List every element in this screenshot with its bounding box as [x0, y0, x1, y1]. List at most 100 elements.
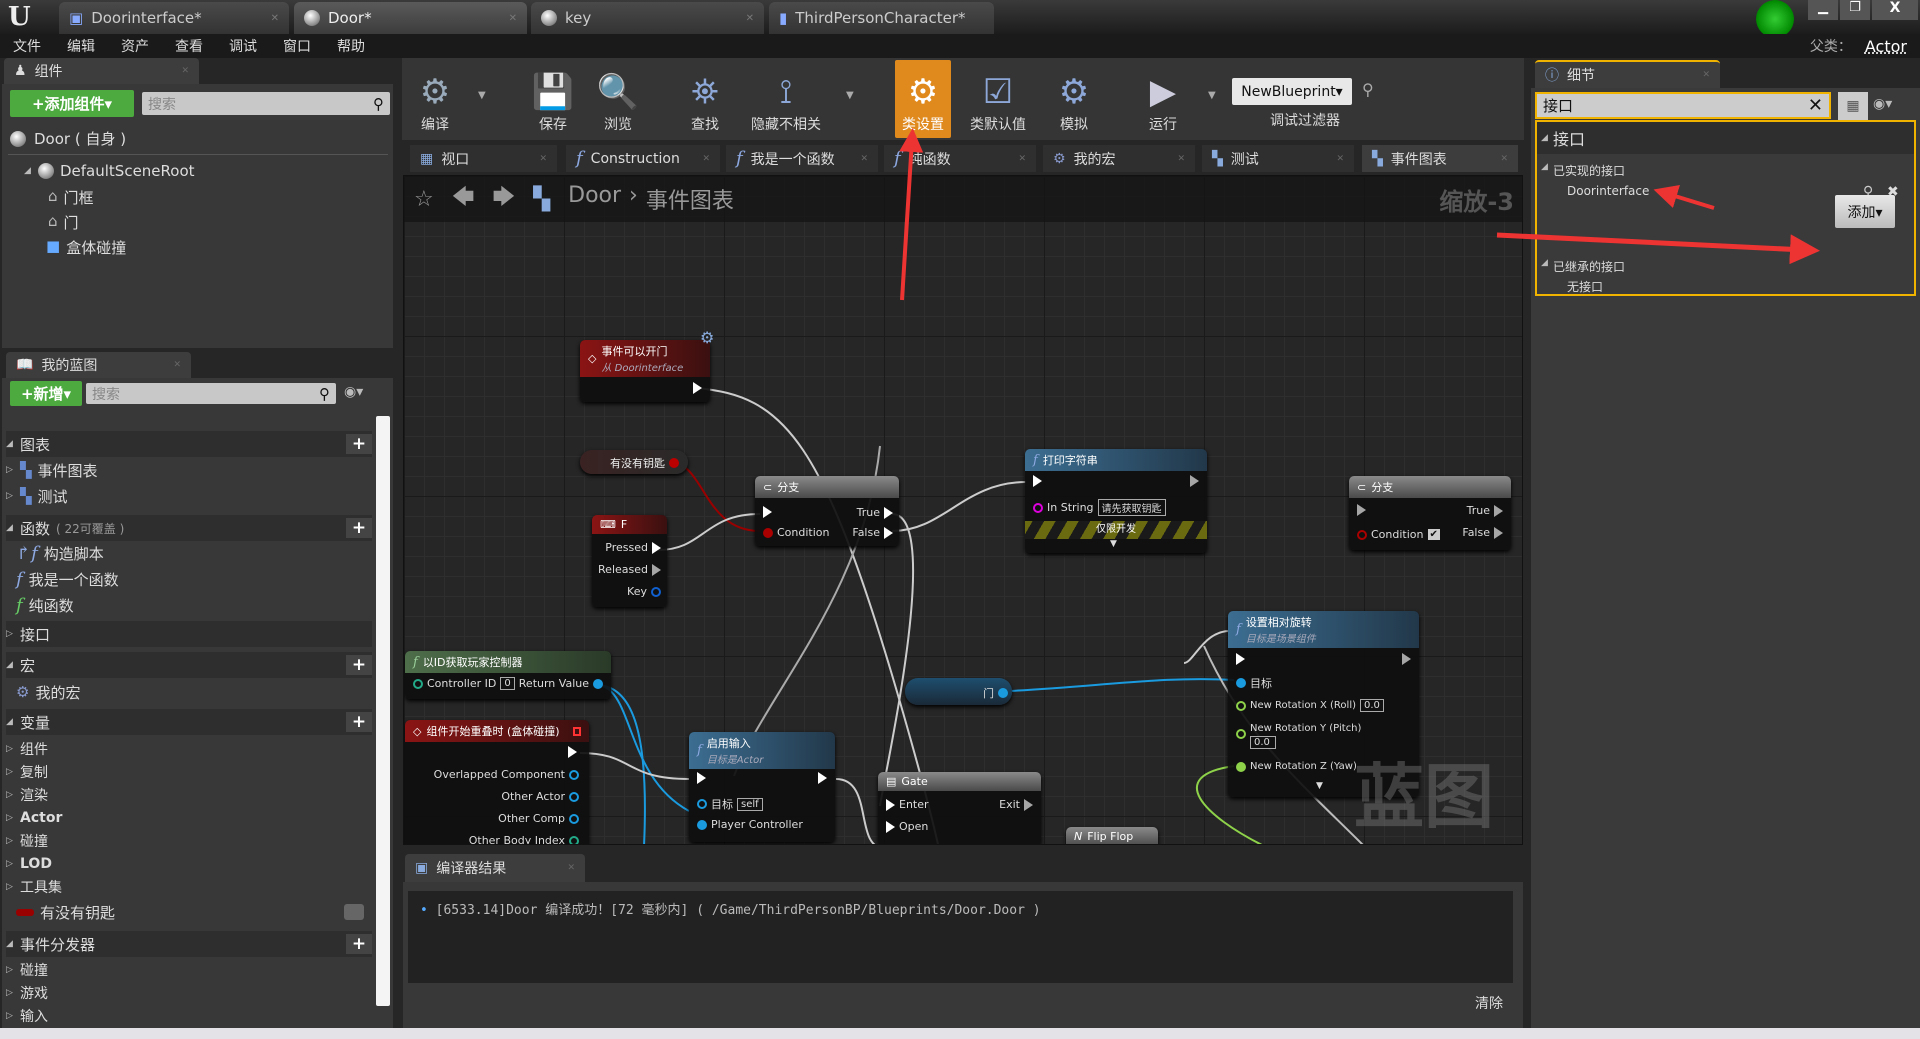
visibility-toggle[interactable] — [344, 904, 364, 920]
condition-pin[interactable]: Condition ✔ — [1357, 528, 1440, 541]
property-matrix-button[interactable]: ▦ — [1838, 92, 1868, 120]
rotation-y-pin[interactable]: New Rotation Y (Pitch) 0.0 — [1236, 723, 1361, 749]
add-dispatcher-button[interactable]: + — [346, 934, 372, 954]
node-print-string[interactable]: f 打印字符串 In String 请先获取钥匙 仅限开发 ▼ — [1025, 449, 1207, 553]
compile-button[interactable]: ⚙ 编译 — [400, 60, 470, 138]
add-variable-button[interactable]: + — [346, 712, 372, 732]
target-pin[interactable]: 目标 — [1236, 675, 1272, 691]
section-interfaces[interactable]: ▷ 接口 — [6, 621, 372, 647]
menu-view[interactable]: 查看 — [162, 36, 216, 56]
source-control-icon[interactable] — [1756, 0, 1794, 38]
close-icon[interactable]: ✕ — [567, 863, 575, 873]
add-graph-button[interactable]: + — [346, 434, 372, 454]
parent-class-link[interactable]: Actor — [1852, 37, 1920, 56]
blueprint-graph-canvas[interactable]: ☆ 🡄 🡆 ▚ Door › 事件图表 缩放-3 ◇ 事件可以开门从 Doorinte… — [403, 175, 1523, 845]
menu-help[interactable]: 帮助 — [324, 36, 378, 56]
exec-in-pin[interactable] — [1033, 475, 1042, 487]
function-item-pure-function[interactable]: f 纯函数 — [6, 593, 372, 617]
tab-event-graph[interactable]: ▚ 事件图表 ✕ — [1362, 145, 1518, 172]
condition-pin[interactable]: Condition — [763, 526, 830, 539]
exec-out-pin[interactable] — [568, 746, 577, 758]
close-icon[interactable]: ✕ — [1177, 154, 1185, 164]
tree-item-doorframe[interactable]: ⌂ 门框 — [48, 187, 94, 208]
function-item-construction-script[interactable]: ↱f 构造脚本 — [6, 541, 372, 565]
macro-item-my-macro[interactable]: ⚙ 我的宏 — [6, 680, 372, 704]
return-value-pin[interactable]: Return Value — [519, 677, 603, 690]
add-interface-button[interactable]: 添加▾ — [1835, 195, 1895, 228]
implemented-interfaces-header[interactable]: ◢ 已实现的接口 — [1541, 162, 1625, 179]
close-icon[interactable]: ✕ — [1500, 154, 1508, 164]
function-item-my-function[interactable]: f 我是一个函数 — [6, 567, 372, 591]
node-event-can-open-door[interactable]: ◇ 事件可以开门从 Doorinterface ⚙ — [580, 328, 714, 402]
compile-options-dropdown[interactable]: ▼ — [478, 90, 486, 101]
rotation-x-pin[interactable]: New Rotation X (Roll) 0.0 — [1236, 699, 1384, 712]
variable-category[interactable]: ▷ 复制 — [6, 760, 372, 784]
false-pin[interactable]: False — [852, 526, 893, 539]
exec-in-pin[interactable] — [1357, 504, 1366, 516]
variable-category[interactable]: ▷ Actor — [6, 806, 372, 830]
save-button[interactable]: 💾 保存 — [518, 60, 588, 138]
dispatcher-category[interactable]: ▷ 碰撞 — [6, 958, 372, 982]
exec-in-pin[interactable] — [1236, 653, 1245, 665]
tab-pure-function[interactable]: f 纯函数 ✕ — [884, 145, 1036, 172]
exec-in-pin[interactable] — [763, 506, 772, 518]
false-pin[interactable]: False — [1462, 526, 1503, 539]
close-icon[interactable]: ✕ — [702, 154, 710, 164]
menu-file[interactable]: 文件 — [0, 36, 54, 56]
node-get-door[interactable]: 门 — [905, 678, 1012, 705]
node-branch[interactable]: ⊂ 分支 True Condition False — [755, 476, 899, 546]
close-icon[interactable]: ✕ — [271, 13, 279, 24]
exit-pin[interactable]: Exit — [999, 798, 1033, 811]
target-pin[interactable]: 目标 self — [697, 796, 763, 812]
close-icon[interactable]: ✕ — [1702, 70, 1710, 80]
node-on-component-begin-overlap[interactable]: ◇ 组件开始重叠时 (盒体碰撞) Overlapped Component Oth… — [405, 720, 589, 844]
close-icon[interactable]: ✕ — [181, 66, 189, 76]
exec-out-pin[interactable] — [1402, 653, 1411, 665]
window-tab-door[interactable]: Door* ✕ — [294, 2, 527, 34]
player-controller-pin[interactable]: Player Controller — [697, 818, 803, 831]
debug-find-icon[interactable]: ⚲ — [1362, 80, 1374, 99]
close-icon[interactable]: ✕ — [1018, 154, 1026, 164]
key-pin[interactable]: Key — [627, 585, 661, 598]
section-variables[interactable]: ◢ 变量 + — [6, 709, 372, 735]
window-tab-thirdpersoncharacter[interactable]: ▮ ThirdPersonCharacter* — [769, 2, 994, 34]
exec-out-pin[interactable] — [693, 382, 702, 394]
enter-pin[interactable]: Enter — [886, 798, 929, 811]
section-functions[interactable]: ◢ 函数( 22可覆盖 ) + — [6, 515, 372, 541]
visibility-eye-icon[interactable]: ◉▾ — [1873, 96, 1892, 112]
class-settings-button[interactable]: ⚙ 类设置 — [895, 60, 951, 138]
tree-item-door[interactable]: ⌂ 门 — [48, 212, 79, 233]
clear-button[interactable]: 清除 — [1475, 993, 1503, 1013]
add-component-button[interactable]: +添加组件▾ — [10, 90, 134, 117]
my-blueprint-search-input[interactable]: 搜索 ⚲ — [86, 383, 336, 404]
true-pin[interactable]: True — [1467, 504, 1503, 517]
in-string-pin[interactable]: In String 请先获取钥匙 — [1033, 499, 1166, 516]
pressed-pin[interactable]: Pressed — [605, 541, 661, 554]
section-graphs[interactable]: ◢ 图表 + — [6, 431, 372, 457]
dispatcher-category[interactable]: ▷ 游戏 — [6, 981, 372, 1005]
condition-checkbox[interactable]: ✔ — [1427, 529, 1440, 540]
variable-category[interactable]: ▷ 工具集 — [6, 875, 372, 899]
hide-unrelated-button[interactable]: ⟟ 隐藏不相关 — [741, 60, 831, 138]
expand-arrow-icon[interactable]: ▼ — [1110, 539, 1117, 549]
expand-arrow-icon[interactable]: ▼ — [1316, 781, 1323, 791]
section-macros[interactable]: ◢ 宏 + — [6, 652, 372, 678]
other-actor-pin[interactable]: Other Actor — [501, 790, 579, 803]
find-button[interactable]: ⛯ 查找 — [670, 60, 740, 138]
exec-in-pin[interactable] — [697, 772, 706, 784]
restore-button[interactable]: ❐ — [1840, 0, 1870, 20]
object-pin[interactable] — [998, 688, 1008, 698]
other-comp-pin[interactable]: Other Comp — [498, 812, 579, 825]
other-body-index-pin[interactable]: Other Body Index — [469, 834, 579, 844]
true-pin[interactable]: True — [857, 506, 893, 519]
menu-edit[interactable]: 编辑 — [54, 36, 108, 56]
in-string-value[interactable]: 请先获取钥匙 — [1097, 499, 1166, 516]
section-event-dispatchers[interactable]: ◢ 事件分发器 + — [6, 931, 372, 957]
tree-item-box-collision[interactable]: ■ 盒体碰撞 — [46, 237, 126, 258]
graph-item-event-graph[interactable]: ▷ ▚ 事件图表 — [6, 458, 372, 482]
components-search-input[interactable]: 搜索 ⚲ — [142, 92, 390, 115]
details-tab[interactable]: ⓘ 细节 ✕ — [1535, 60, 1720, 88]
open-pin[interactable]: Open — [886, 820, 928, 833]
tab-viewport[interactable]: ▦ 视口 ✕ — [410, 145, 557, 172]
play-button[interactable]: ▶ 运行 — [1128, 60, 1198, 138]
